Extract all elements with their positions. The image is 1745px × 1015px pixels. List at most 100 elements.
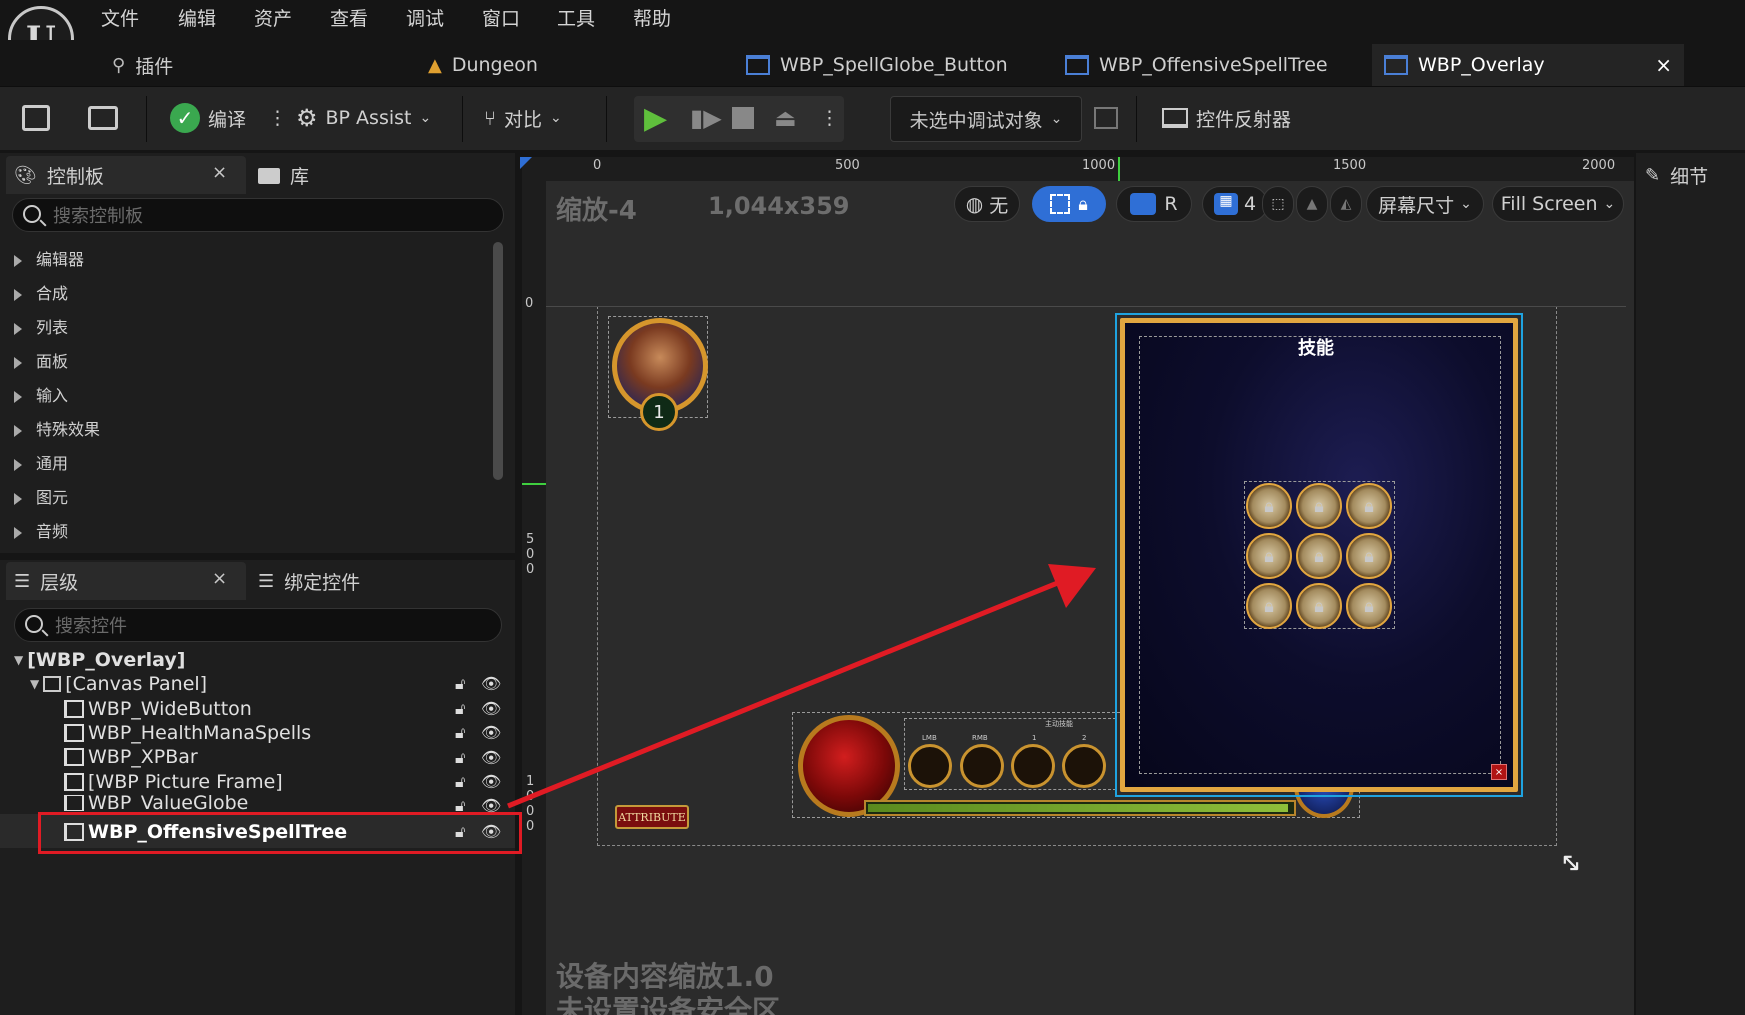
palette-category[interactable]: 图元 [14,484,68,508]
tab-wbp-overlay[interactable]: WBP_Overlay × [1372,44,1684,86]
locked-spell-slot[interactable]: 🔒︎ [1346,483,1392,529]
save-button[interactable] [22,98,50,138]
compile-button[interactable]: ✓ 编译 [170,98,246,138]
bind-widgets-tab[interactable]: ☰ 绑定控件 [258,568,360,595]
locked-spell-slot[interactable]: 🔒︎ [1246,483,1292,529]
debug-browse-button[interactable] [1094,98,1118,138]
category-label: 面板 [36,352,69,371]
eye-icon[interactable]: 👁︎ [481,822,501,841]
close-icon[interactable]: × [212,162,227,183]
menu-file[interactable]: 文件 [101,4,139,31]
eject-button[interactable]: ⏏ [774,98,797,138]
lock-icon[interactable]: 🔓︎ [455,674,465,694]
eye-icon[interactable]: 👁︎ [481,748,501,767]
locked-spell-slot[interactable]: 🔒︎ [1346,533,1392,579]
flip-icon: ◭ [1340,196,1352,212]
library-tab[interactable]: 库 [258,162,309,189]
tree-canvas-panel[interactable]: ▼ [Canvas Panel] [30,673,207,695]
lock-icon[interactable]: 🔓︎ [455,796,465,816]
browse-button[interactable] [88,98,118,138]
tab-wbp-offensivespelltree[interactable]: WBP_OffensiveSpellTree [1053,44,1340,86]
tree-item-wbp-picture-frame[interactable]: [WBP Picture Frame] [64,771,283,793]
grid-icon: ▦ [1213,193,1238,215]
flip-toggle[interactable]: ◭ [1330,186,1362,222]
screen-size-dropdown[interactable]: 屏幕尺寸 ⌄ [1366,186,1484,222]
lock-icon[interactable]: 🔓︎ [455,822,465,842]
palette-category[interactable]: 特殊效果 [14,416,100,440]
respect-locks-toggle[interactable]: R [1116,186,1192,222]
menu-edit[interactable]: 编辑 [178,4,216,31]
close-icon[interactable]: × [1491,764,1507,780]
palette-search-input[interactable]: 搜索控制板 [12,198,504,232]
palette-category[interactable]: 面板 [14,348,68,372]
compile-options-button[interactable]: ⋮ [268,98,287,138]
bp-assist-button[interactable]: ⚙ BP Assist ⌄ [296,98,431,138]
locked-spell-slot[interactable]: 🔒︎ [1296,483,1342,529]
tree-item-wbp-widebutton[interactable]: WBP_WideButton [64,698,252,720]
tab-wbp-spellglobe-button[interactable]: WBP_SpellGlobe_Button [734,44,1020,86]
eye-icon[interactable]: 👁︎ [481,723,501,742]
close-icon[interactable]: × [1655,53,1672,77]
world-selector[interactable]: ◍ 无 [954,186,1020,222]
palette-category[interactable]: 合成 [14,280,68,304]
menu-tools[interactable]: 工具 [557,4,595,31]
locked-spell-slot[interactable]: 🔒︎ [1346,583,1392,629]
cursor-toggle[interactable]: ⬚ [1262,186,1294,222]
diff-button[interactable]: ⑂ 对比 ⌄ [484,98,562,138]
tab-label: Dungeon [451,54,538,76]
details-tab[interactable]: ✎ 细节 [1645,162,1708,189]
lock-icon[interactable]: 🔓︎ [455,772,465,792]
tree-item-wbp-xpbar[interactable]: WBP_XPBar [64,746,198,768]
lock-toggle[interactable]: 🔒︎ [1032,186,1106,222]
menu-window[interactable]: 窗口 [482,4,520,31]
tree-item-wbp-valueglobe[interactable]: WBP_ValueGlobe [64,795,248,811]
diff-icon: ⑂ [484,106,496,130]
menu-debug[interactable]: 调试 [406,4,444,31]
lock-icon: 🔒︎ [1078,193,1088,215]
locked-spell-slot[interactable]: 🔒︎ [1246,583,1292,629]
grid-snap-toggle[interactable]: ▦ 4 [1202,186,1268,222]
lock-icon: 🔒︎ [1264,595,1274,617]
eye-icon[interactable]: 👁︎ [481,796,501,815]
hierarchy-search-input[interactable]: 搜索控件 [14,608,502,642]
palette-category[interactable]: 音频 [14,518,68,542]
palette-category[interactable]: 输入 [14,382,68,406]
ruler-tick-label: 500 [835,158,860,173]
locked-spell-slot[interactable]: 🔒︎ [1296,583,1342,629]
step-button[interactable]: ▮▶ [690,98,722,138]
tab-dungeon[interactable]: ▲ Dungeon [416,44,550,86]
widget-reflector-button[interactable]: 控件反射器 [1162,98,1291,138]
eye-icon[interactable]: 👁︎ [481,772,501,791]
locked-spell-slot[interactable]: 🔒︎ [1246,533,1292,579]
lock-icon[interactable]: 🔓︎ [455,723,465,743]
debug-target-dropdown[interactable]: 未选中调试对象 ⌄ [890,96,1082,142]
fill-screen-label: Fill Screen [1500,193,1598,215]
locked-spell-slot[interactable]: 🔒︎ [1296,533,1342,579]
palette-category[interactable]: 通用 [14,450,68,474]
list-icon: ☰ [258,571,275,592]
tree-root-wbp-overlay[interactable]: ▼ [WBP_Overlay] [14,649,185,671]
expand-arrow-icon [14,254,22,267]
tree-item-wbp-healthmanaspells[interactable]: WBP_HealthManaSpells [64,722,311,744]
eye-icon[interactable]: 👁︎ [481,674,501,693]
stop-button[interactable] [732,98,754,138]
play-button[interactable]: ▶ [644,98,667,138]
lock-icon[interactable]: 🔓︎ [455,699,465,719]
palette-scrollbar[interactable] [493,242,503,480]
eye-icon[interactable]: 👁︎ [481,699,501,718]
collapse-arrow-icon: ▼ [30,677,40,691]
plugin-button[interactable]: ⚲ 插件 [100,44,185,86]
menu-view[interactable]: 查看 [330,4,368,31]
menu-asset[interactable]: 资产 [254,4,292,31]
user-widget-icon [64,700,84,718]
lock-icon[interactable]: 🔓︎ [455,748,465,768]
fill-screen-dropdown[interactable]: Fill Screen ⌄ [1492,186,1624,222]
palette-category[interactable]: 编辑器 [14,246,84,270]
close-icon[interactable]: × [212,568,227,589]
palette-category[interactable]: 列表 [14,314,68,338]
menu-help[interactable]: 帮助 [633,4,671,31]
play-options-button[interactable]: ⋮ [820,98,839,138]
category-label: 音频 [36,522,69,541]
image-toggle[interactable]: ▲ [1296,186,1328,222]
debug-target-label: 未选中调试对象 [909,109,1043,132]
